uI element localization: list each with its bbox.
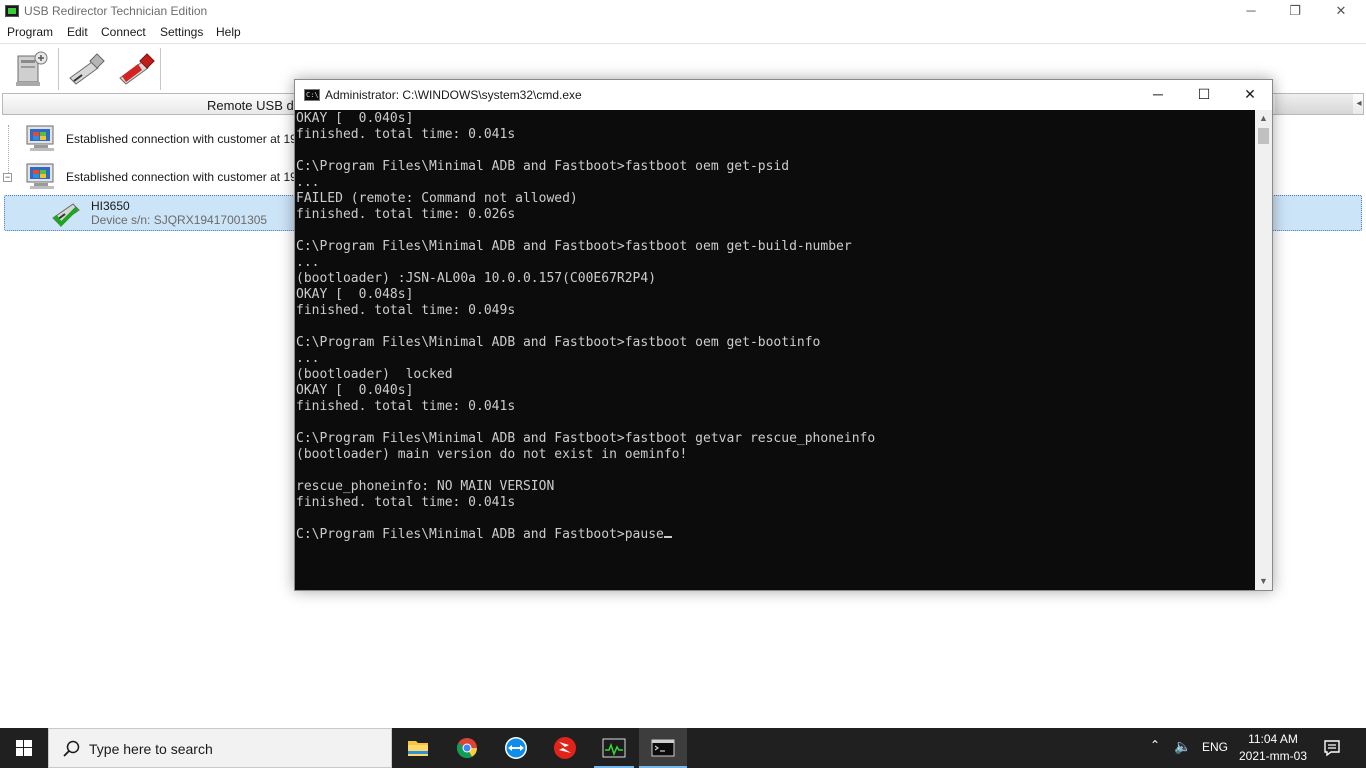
taskbar-snapdragon[interactable] — [541, 728, 589, 768]
cmd-titlebar[interactable]: C:\ Administrator: C:\WINDOWS\system32\c… — [295, 80, 1272, 110]
console-line: finished. total time: 0.026s — [296, 207, 516, 222]
cmd-maximize-button[interactable]: ☐ — [1181, 80, 1227, 110]
search-placeholder: Type here to search — [89, 741, 213, 757]
menu-connect[interactable]: Connect — [101, 25, 146, 39]
tree-expander[interactable]: − — [3, 173, 12, 182]
panel-header-extension — [1275, 94, 1353, 114]
close-button[interactable]: ✕ — [1318, 0, 1364, 23]
text-cursor — [663, 536, 672, 538]
taskbar: Type here to search ⌃ 🔈 ENG 11:04 AM 202… — [0, 728, 1366, 768]
computer-icon — [26, 125, 54, 151]
notification-center-icon[interactable] — [1322, 738, 1342, 758]
computer-add-icon — [16, 51, 48, 86]
console-line: OKAY [ 0.040s] — [296, 111, 414, 126]
console-line: ... — [296, 255, 320, 270]
task-manager-icon — [602, 738, 626, 758]
header-arrow-icon[interactable]: ◂ — [1353, 94, 1365, 114]
windows-logo-icon — [16, 740, 32, 756]
clock-time[interactable]: 11:04 AM — [1236, 732, 1310, 746]
start-button[interactable] — [0, 728, 48, 768]
console-line: rescue_phoneinfo: NO MAIN VERSION — [296, 479, 555, 494]
console-line: (bootloader) :JSN-AL00a 10.0.0.157(C00E6… — [296, 271, 657, 286]
computer-icon — [26, 163, 54, 189]
taskbar-file-explorer[interactable] — [394, 728, 442, 768]
menu-settings[interactable]: Settings — [160, 25, 203, 39]
console-output[interactable]: OKAY [ 0.040s] finished. total time: 0.04… — [295, 110, 1255, 590]
file-explorer-icon — [408, 741, 428, 756]
app-icon — [5, 5, 19, 17]
console-line: FAILED (remote: Command not allowed) — [296, 191, 578, 206]
teamviewer-icon — [505, 737, 527, 759]
connect-device-button[interactable] — [62, 48, 110, 90]
console-line: finished. total time: 0.049s — [296, 303, 516, 318]
disconnect-device-button[interactable] — [112, 48, 160, 90]
usb-disconnect-icon — [119, 53, 155, 85]
toolbar-separator — [160, 48, 161, 90]
connection-label: Established connection with customer at … — [66, 132, 297, 146]
add-server-button[interactable] — [8, 48, 56, 90]
menu-bar: Program Edit Connect Settings Help — [0, 23, 1366, 43]
volume-icon[interactable]: 🔈 — [1174, 738, 1191, 755]
cmd-close-button[interactable]: ✕ — [1227, 80, 1273, 110]
tray-overflow-icon[interactable]: ⌃ — [1150, 738, 1160, 752]
console-line: C:\Program Files\Minimal ADB and Fastboo… — [296, 431, 876, 446]
console-line: finished. total time: 0.041s — [296, 495, 516, 510]
usb-device-connected-icon — [52, 203, 80, 228]
console-line: finished. total time: 0.041s — [296, 399, 516, 414]
cmd-title: Administrator: C:\WINDOWS\system32\cmd.e… — [325, 88, 582, 102]
console-line: C:\Program Files\Minimal ADB and Fastboo… — [296, 239, 852, 254]
usb-connect-icon — [69, 53, 105, 85]
taskbar-search-box[interactable]: Type here to search — [48, 728, 392, 768]
console-line: (bootloader) locked — [296, 367, 453, 382]
console-line: (bootloader) main version do not exist i… — [296, 447, 688, 462]
console-line: C:\Program Files\Minimal ADB and Fastboo… — [296, 527, 875, 543]
cmd-scrollbar[interactable]: ▲ ▼ — [1255, 110, 1272, 590]
tree-connector — [8, 125, 9, 173]
cmd-icon — [651, 739, 675, 757]
tree-item-connection[interactable]: Established connection with customer at … — [12, 123, 312, 153]
console-line: ... — [296, 175, 320, 190]
console-text: OKAY [ 0.040s] finished. total time: 0.04… — [296, 111, 875, 543]
taskbar-teamviewer[interactable] — [492, 728, 540, 768]
scroll-down-icon[interactable]: ▼ — [1255, 573, 1272, 590]
console-line: C:\Program Files\Minimal ADB and Fastboo… — [296, 335, 821, 350]
toolbar-separator — [58, 48, 59, 90]
taskbar-usb-redirector[interactable] — [590, 728, 638, 768]
taskbar-chrome[interactable] — [443, 728, 491, 768]
console-line: OKAY [ 0.040s] — [296, 383, 414, 398]
console-line: OKAY [ 0.048s] — [296, 287, 414, 302]
cmd-minimize-button[interactable]: ─ — [1135, 80, 1181, 110]
search-icon — [63, 740, 80, 757]
console-line: C:\Program Files\Minimal ADB and Fastboo… — [296, 159, 790, 174]
language-indicator[interactable]: ENG — [1202, 740, 1228, 754]
panel-header-label: Remote USB d — [207, 98, 294, 113]
menu-program[interactable]: Program — [7, 25, 53, 39]
connection-label: Established connection with customer at … — [66, 170, 297, 184]
console-line: finished. total time: 0.041s — [296, 127, 516, 142]
scroll-up-icon[interactable]: ▲ — [1255, 110, 1272, 127]
minimize-button[interactable]: ─ — [1228, 0, 1274, 23]
clock-date[interactable]: 2021-mm-03 — [1236, 749, 1310, 763]
chrome-icon — [456, 738, 478, 759]
taskbar-cmd[interactable] — [639, 728, 687, 768]
console-line: ... — [296, 351, 320, 366]
device-name: HI3650 — [91, 199, 130, 213]
restore-button[interactable]: ❐ — [1272, 0, 1318, 23]
scroll-thumb[interactable] — [1258, 128, 1269, 144]
tree-item-connection[interactable]: Established connection with customer at … — [12, 161, 312, 191]
app-title: USB Redirector Technician Edition — [24, 4, 208, 18]
menu-edit[interactable]: Edit — [67, 25, 88, 39]
cmd-window[interactable]: C:\ Administrator: C:\WINDOWS\system32\c… — [294, 79, 1273, 591]
menu-help[interactable]: Help — [216, 25, 241, 39]
cmd-window-icon: C:\ — [304, 89, 320, 101]
app-titlebar[interactable]: USB Redirector Technician Edition ─ ❐ ✕ — [0, 0, 1366, 23]
snapdragon-icon — [554, 737, 576, 759]
device-serial: Device s/n: SJQRX19417001305 — [91, 213, 268, 227]
